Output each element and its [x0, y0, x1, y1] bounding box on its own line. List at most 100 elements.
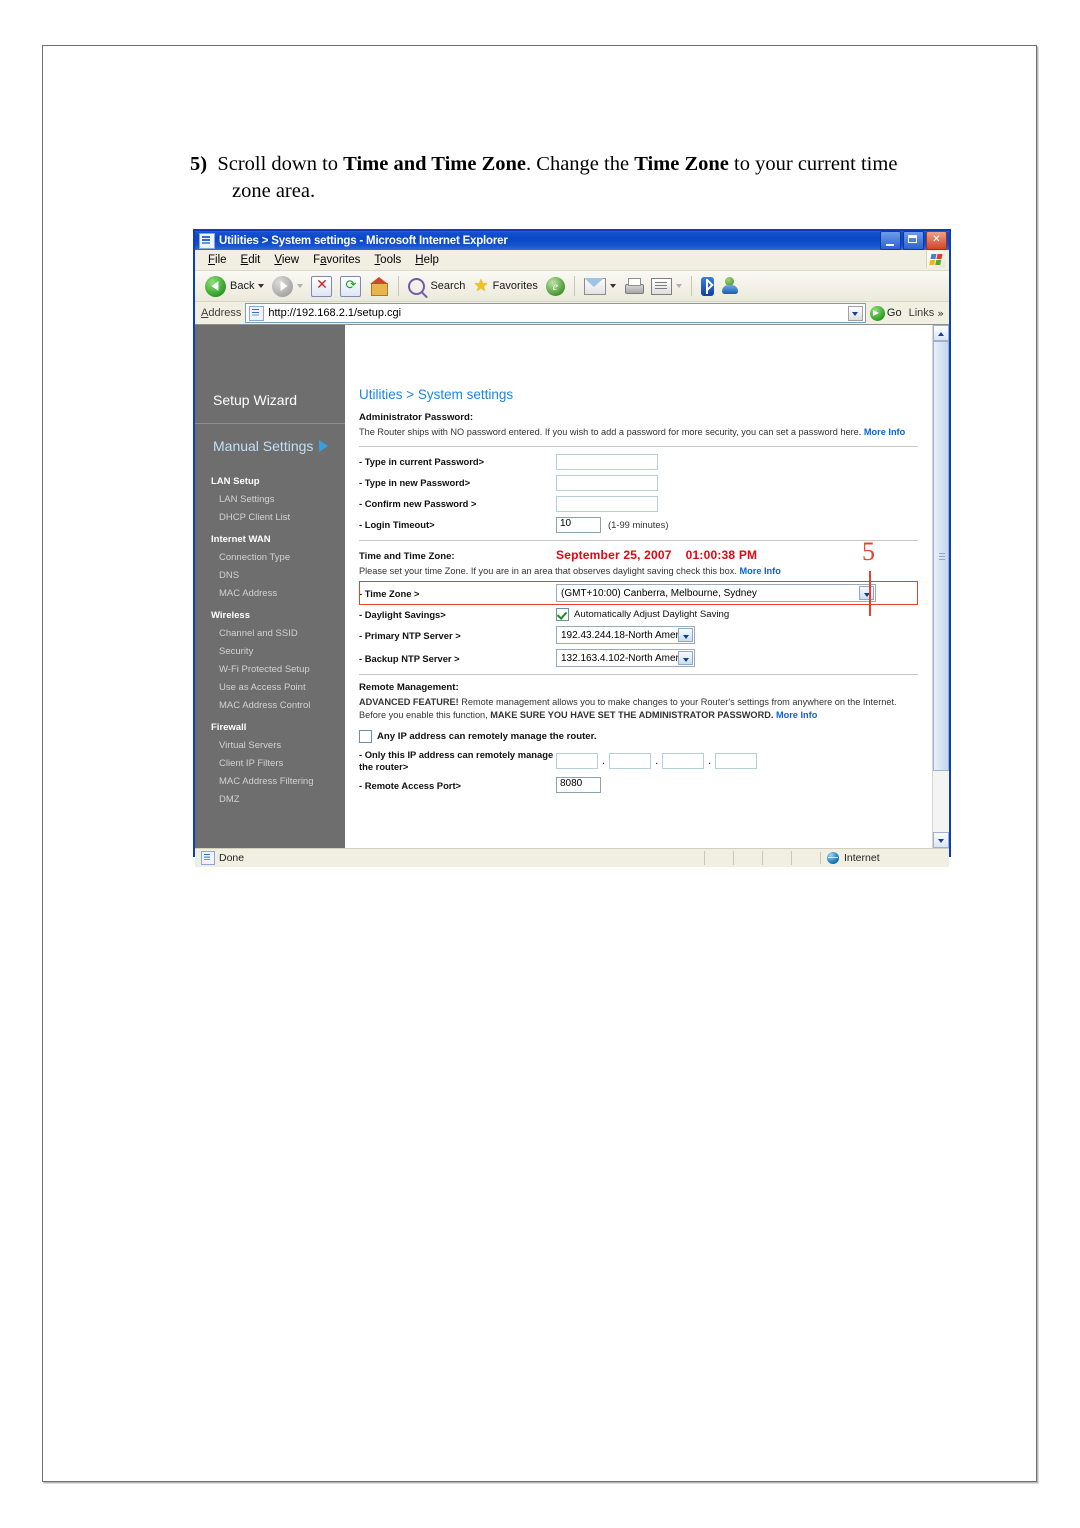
search-button[interactable]: Search	[404, 273, 469, 299]
scrollbar-track[interactable]	[933, 341, 949, 832]
menu-view[interactable]: View	[267, 254, 306, 266]
new-password-field[interactable]	[556, 475, 658, 491]
sidebar-item-setup-wizard[interactable]: Setup Wizard	[195, 377, 345, 424]
bluetooth-button[interactable]	[697, 273, 718, 299]
admin-password-title: Administrator Password:	[359, 412, 918, 423]
status-cells	[704, 851, 820, 865]
sidebar-item-security[interactable]: Security	[195, 642, 345, 660]
instruction-part-2: . Change the	[526, 153, 634, 175]
confirm-password-field[interactable]	[556, 496, 658, 512]
instruction-part-1: Scroll down to	[217, 153, 343, 175]
sidebar-item-manual-settings[interactable]: Manual Settings	[195, 424, 345, 468]
page-scrollbar[interactable]	[932, 325, 949, 848]
forward-button[interactable]	[268, 273, 307, 299]
only-ip-octet-2[interactable]	[609, 753, 651, 769]
sidebar-item-virtual-servers[interactable]: Virtual Servers	[195, 736, 345, 754]
chevron-down-icon[interactable]	[859, 586, 874, 600]
breadcrumb: Utilities > System settings	[359, 387, 918, 402]
primary-ntp-select[interactable]: 192.43.244.18-North America	[556, 626, 695, 644]
media-icon	[546, 277, 565, 296]
menu-file[interactable]: File	[201, 254, 234, 266]
current-date: September 25, 2007	[556, 548, 672, 562]
admin-password-more-info-link[interactable]: More Info	[864, 427, 905, 437]
stop-button[interactable]: ✕	[307, 273, 336, 299]
primary-ntp-label: - Primary NTP Server >	[359, 630, 556, 641]
sidebar-item-mac-address-filtering[interactable]: MAC Address Filtering	[195, 772, 345, 790]
refresh-button[interactable]: ⟳	[336, 273, 365, 299]
favorites-button[interactable]: ★ Favorites	[469, 273, 542, 299]
address-label: Address	[201, 307, 241, 319]
scroll-down-button[interactable]	[933, 832, 949, 848]
sidebar-item-mac-address[interactable]: MAC Address	[195, 584, 345, 602]
chevron-down-icon	[610, 284, 616, 288]
stop-icon: ✕	[311, 276, 332, 297]
current-password-row: - Type in current Password>	[359, 454, 918, 470]
sidebar-item-wifi-protected-setup[interactable]: W-Fi Protected Setup	[195, 660, 345, 678]
sidebar-item-lan-settings[interactable]: LAN Settings	[195, 490, 345, 508]
only-ip-octet-1[interactable]	[556, 753, 598, 769]
menu-favorites[interactable]: Favorites	[306, 254, 367, 266]
remote-management-more-info-link[interactable]: More Info	[776, 710, 817, 720]
close-button[interactable]: ✕	[926, 231, 947, 250]
scrollbar-thumb[interactable]	[933, 341, 949, 771]
time-zone-label: - Time Zone >	[359, 588, 556, 599]
sidebar-item-mac-address-control[interactable]: MAC Address Control	[195, 696, 345, 714]
minimize-button[interactable]	[880, 231, 901, 250]
globe-icon	[827, 852, 839, 864]
media-button[interactable]	[542, 273, 569, 299]
only-ip-octet-4[interactable]	[715, 753, 757, 769]
messenger-button[interactable]	[718, 273, 745, 299]
address-dropdown-icon[interactable]	[848, 306, 863, 321]
back-button[interactable]: Back	[201, 273, 268, 299]
current-password-field[interactable]	[556, 454, 658, 470]
chevron-down-icon[interactable]	[678, 651, 693, 665]
time-zone-row: - Time Zone > (GMT+10:00) Canberra, Melb…	[359, 581, 918, 605]
sidebar-item-dmz[interactable]: DMZ	[195, 790, 345, 808]
go-button[interactable]: Go	[870, 306, 902, 321]
sidebar-item-connection-type[interactable]: Connection Type	[195, 548, 345, 566]
sidebar-item-dhcp-client-list[interactable]: DHCP Client List	[195, 508, 345, 526]
new-password-label: - Type in new Password>	[359, 477, 556, 488]
sidebar-group-wireless: Wireless	[195, 602, 345, 624]
menu-help[interactable]: Help	[408, 254, 446, 266]
maximize-button[interactable]	[903, 231, 924, 250]
edit-button[interactable]	[647, 273, 686, 299]
menu-tools[interactable]: Tools	[367, 254, 408, 266]
section-divider	[359, 446, 918, 447]
favorites-label: Favorites	[493, 280, 538, 292]
browser-titlebar: Utilities > System settings - Microsoft …	[193, 229, 951, 250]
backup-ntp-select[interactable]: 132.163.4.102-North America	[556, 649, 695, 667]
backup-ntp-value: 132.163.4.102-North America	[561, 653, 692, 664]
remote-port-field[interactable]: 8080	[556, 777, 601, 793]
chevron-double-right-icon[interactable]: »	[937, 307, 947, 320]
menu-edit[interactable]: Edit	[234, 254, 268, 266]
login-timeout-label: - Login Timeout>	[359, 519, 556, 530]
time-zone-more-info-link[interactable]: More Info	[739, 566, 780, 576]
scroll-up-button[interactable]	[933, 325, 949, 341]
links-label[interactable]: Links	[906, 307, 938, 319]
daylight-savings-checkbox[interactable]	[556, 608, 569, 621]
login-timeout-field[interactable]: 10	[556, 517, 601, 533]
ie-document-icon	[199, 233, 215, 249]
only-ip-row: - Only this IP address can remotely mana…	[359, 749, 918, 772]
login-timeout-hint: (1-99 minutes)	[608, 519, 668, 530]
sidebar-item-dns[interactable]: DNS	[195, 566, 345, 584]
home-button[interactable]	[365, 273, 393, 299]
sidebar-item-client-ip-filters[interactable]: Client IP Filters	[195, 754, 345, 772]
chevron-down-icon[interactable]	[678, 628, 693, 642]
only-ip-octet-3[interactable]	[662, 753, 704, 769]
address-input[interactable]: http://192.168.2.1/setup.cgi	[245, 303, 866, 323]
backup-ntp-row: - Backup NTP Server > 132.163.4.102-Nort…	[359, 649, 918, 667]
print-button[interactable]	[620, 273, 647, 299]
toolbar-divider	[574, 276, 575, 296]
mail-button[interactable]	[580, 273, 620, 299]
any-ip-checkbox[interactable]	[359, 730, 372, 743]
time-zone-value: (GMT+10:00) Canberra, Melbourne, Sydney	[561, 588, 757, 599]
refresh-icon: ⟳	[340, 276, 361, 297]
mail-icon	[584, 278, 606, 295]
section-divider	[359, 540, 918, 541]
time-zone-select[interactable]: (GMT+10:00) Canberra, Melbourne, Sydney	[556, 584, 876, 602]
sidebar-item-channel-and-ssid[interactable]: Channel and SSID	[195, 624, 345, 642]
sidebar-item-use-as-access-point[interactable]: Use as Access Point	[195, 678, 345, 696]
security-zone: Internet	[820, 852, 947, 864]
